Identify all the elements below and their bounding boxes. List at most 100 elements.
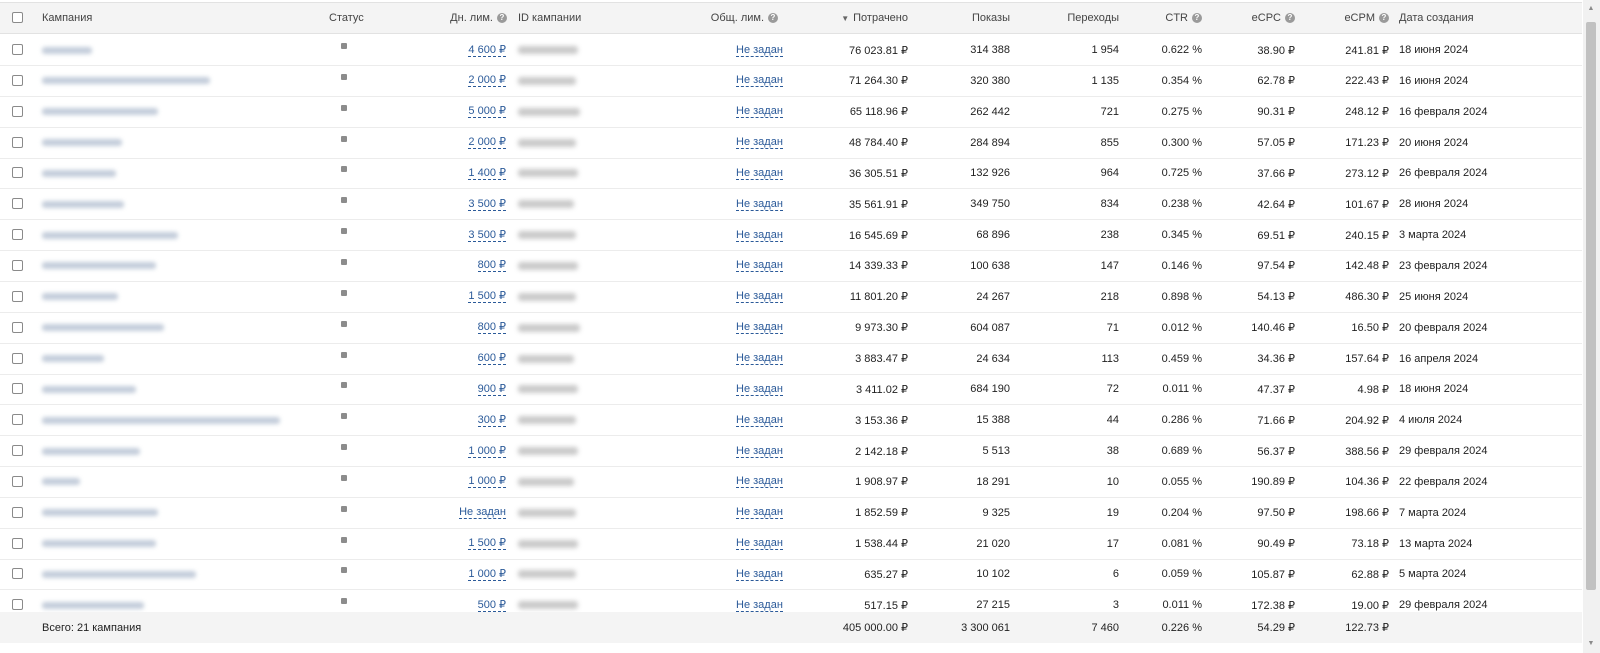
table-row[interactable]: 1 500 ₽ Не задан 11 801.20 ₽ 24 267 218 0.898… xyxy=(0,282,1582,313)
daily-limit-link[interactable]: 3 500 ₽ xyxy=(468,229,506,242)
row-checkbox[interactable] xyxy=(12,383,23,395)
row-checkbox[interactable] xyxy=(12,74,23,86)
campaign-name-link[interactable] xyxy=(42,251,156,281)
daily-limit-link[interactable]: 1 000 ₽ xyxy=(468,475,506,489)
help-icon[interactable]: ? xyxy=(1285,13,1295,23)
table-row[interactable]: 600 ₽ Не задан 3 883.47 ₽ 24 634 113 0.459 % 3… xyxy=(0,344,1582,375)
daily-limit-link[interactable]: 300 ₽ xyxy=(477,414,506,427)
daily-limit-link[interactable]: 1 500 ₽ xyxy=(468,537,506,551)
total-limit-link[interactable]: Не задан xyxy=(736,383,783,396)
table-row[interactable]: 3 500 ₽ Не задан 35 561.91 ₽ 349 750 834 0.23… xyxy=(0,189,1582,221)
table-row[interactable]: 800 ₽ Не задан 14 339.33 ₽ 100 638 147 0.146 … xyxy=(0,251,1582,282)
daily-limit-link[interactable]: 1 000 ₽ xyxy=(468,445,506,458)
total-limit-link[interactable]: Не задан xyxy=(736,105,783,119)
total-limit-link[interactable]: Не задан xyxy=(736,568,783,581)
col-campaign-header[interactable]: Кампания xyxy=(42,3,92,33)
row-checkbox[interactable] xyxy=(12,568,23,580)
table-row[interactable]: 4 600 ₽ Не задан 76 023.81 ₽ 314 388 1 954 0.… xyxy=(0,35,1582,66)
row-checkbox[interactable] xyxy=(12,105,23,117)
campaign-name-link[interactable] xyxy=(42,405,280,435)
total-limit-link[interactable]: Не задан xyxy=(736,259,783,273)
daily-limit-link[interactable]: 2 000 ₽ xyxy=(468,136,506,150)
daily-limit-link[interactable]: 500 ₽ xyxy=(477,599,506,612)
daily-limit-link[interactable]: 800 ₽ xyxy=(477,259,506,273)
row-checkbox[interactable] xyxy=(12,321,23,333)
col-ecpc-header[interactable]: eCPC? xyxy=(1220,3,1295,33)
daily-limit-link[interactable]: 800 ₽ xyxy=(477,321,506,335)
row-checkbox[interactable] xyxy=(12,475,23,487)
daily-limit-link[interactable]: Не задан xyxy=(459,506,506,520)
table-row[interactable]: 300 ₽ Не задан 3 153.36 ₽ 15 388 44 0.286 % 71… xyxy=(0,405,1582,437)
table-row[interactable]: 3 500 ₽ Не задан 16 545.69 ₽ 68 896 238 0.345… xyxy=(0,220,1582,252)
campaign-name-link[interactable] xyxy=(42,498,158,528)
daily-limit-link[interactable]: 2 000 ₽ xyxy=(468,74,506,88)
col-clicks-header[interactable]: Переходы xyxy=(1030,3,1119,33)
row-checkbox[interactable] xyxy=(12,599,23,611)
total-limit-link[interactable]: Не задан xyxy=(736,599,783,612)
col-impressions-header[interactable]: Показы xyxy=(920,3,1010,33)
row-checkbox[interactable] xyxy=(12,229,23,241)
row-checkbox[interactable] xyxy=(12,167,23,179)
col-created-header[interactable]: Дата создания xyxy=(1399,3,1474,33)
daily-limit-link[interactable]: 600 ₽ xyxy=(477,352,506,365)
row-checkbox[interactable] xyxy=(12,537,23,549)
daily-limit-link[interactable]: 4 600 ₽ xyxy=(468,44,506,57)
campaign-name-link[interactable] xyxy=(42,467,80,497)
row-checkbox[interactable] xyxy=(12,44,23,55)
total-limit-link[interactable]: Не задан xyxy=(736,352,783,365)
row-checkbox[interactable] xyxy=(12,198,23,210)
table-row[interactable]: Не задан Не задан 1 852.59 ₽ 9 325 19 0.204 %… xyxy=(0,498,1582,529)
col-ctr-header[interactable]: CTR? xyxy=(1130,3,1202,33)
campaign-name-link[interactable] xyxy=(42,344,104,374)
daily-limit-link[interactable]: 1 500 ₽ xyxy=(468,290,506,304)
row-checkbox[interactable] xyxy=(12,414,23,426)
daily-limit-link[interactable]: 1 400 ₽ xyxy=(468,167,506,180)
table-row[interactable]: 900 ₽ Не задан 3 411.02 ₽ 684 190 72 0.011 % 4… xyxy=(0,374,1582,406)
row-checkbox[interactable] xyxy=(12,136,23,148)
table-row[interactable]: 2 000 ₽ Не задан 71 264.30 ₽ 320 380 1 135 0.… xyxy=(0,66,1582,97)
table-row[interactable]: 1 400 ₽ Не задан 36 305.51 ₽ 132 926 964 0.72… xyxy=(0,158,1582,190)
campaign-name-link[interactable] xyxy=(42,313,164,343)
row-checkbox[interactable] xyxy=(12,290,23,302)
help-icon[interactable]: ? xyxy=(497,13,507,23)
col-total-limit-header[interactable]: Общ. лим.? xyxy=(640,3,778,33)
table-row[interactable]: 1 000 ₽ Не задан 1 908.97 ₽ 18 291 10 0.055 %… xyxy=(0,467,1582,498)
table-row[interactable]: 800 ₽ Не задан 9 973.30 ₽ 604 087 71 0.012 % 1… xyxy=(0,313,1582,344)
daily-limit-link[interactable]: 900 ₽ xyxy=(477,383,506,396)
campaign-name-link[interactable] xyxy=(42,189,124,219)
table-row[interactable]: 2 000 ₽ Не задан 48 784.40 ₽ 284 894 855 0.30… xyxy=(0,128,1582,159)
scroll-down-arrow-icon[interactable]: ▼ xyxy=(1586,639,1596,649)
col-status-header[interactable]: Статус xyxy=(329,3,364,33)
total-limit-link[interactable]: Не задан xyxy=(736,198,783,211)
table-row[interactable]: 5 000 ₽ Не задан 65 118.96 ₽ 262 442 721 0.27… xyxy=(0,97,1582,128)
campaign-name-link[interactable] xyxy=(42,220,178,250)
sort-descending-icon[interactable]: ▼ xyxy=(841,14,849,23)
col-ecpm-header[interactable]: eCPM? xyxy=(1310,3,1389,33)
daily-limit-link[interactable]: 3 500 ₽ xyxy=(468,198,506,211)
total-limit-link[interactable]: Не задан xyxy=(736,167,783,180)
campaign-name-link[interactable] xyxy=(42,97,158,127)
table-row[interactable]: 1 000 ₽ Не задан 2 142.18 ₽ 5 513 38 0.689 % 5… xyxy=(0,436,1582,468)
campaign-name-link[interactable] xyxy=(42,559,196,589)
campaign-name-link[interactable] xyxy=(42,35,92,65)
select-all-checkbox[interactable] xyxy=(12,12,23,23)
total-limit-link[interactable]: Не задан xyxy=(736,475,783,489)
campaign-name-link[interactable] xyxy=(42,128,122,158)
total-limit-link[interactable]: Не задан xyxy=(736,506,783,520)
total-limit-link[interactable]: Не задан xyxy=(736,414,783,427)
total-limit-link[interactable]: Не задан xyxy=(736,136,783,150)
col-daily-limit-header[interactable]: Дн. лим.? xyxy=(400,3,507,33)
campaign-name-link[interactable] xyxy=(42,158,116,188)
scroll-up-arrow-icon[interactable]: ▲ xyxy=(1586,4,1596,14)
row-checkbox[interactable] xyxy=(12,506,23,518)
daily-limit-link[interactable]: 5 000 ₽ xyxy=(468,105,506,119)
total-limit-link[interactable]: Не задан xyxy=(736,445,783,458)
total-limit-link[interactable]: Не задан xyxy=(736,290,783,304)
col-campaign-id-header[interactable]: ID кампании xyxy=(518,3,581,33)
campaign-name-link[interactable] xyxy=(42,282,118,312)
row-checkbox[interactable] xyxy=(12,259,23,271)
total-limit-link[interactable]: Не задан xyxy=(736,74,783,88)
campaign-name-link[interactable] xyxy=(42,529,156,559)
help-icon[interactable]: ? xyxy=(768,13,778,23)
table-row[interactable]: 1 000 ₽ Не задан 635.27 ₽ 10 102 6 0.059 % 105… xyxy=(0,559,1582,591)
